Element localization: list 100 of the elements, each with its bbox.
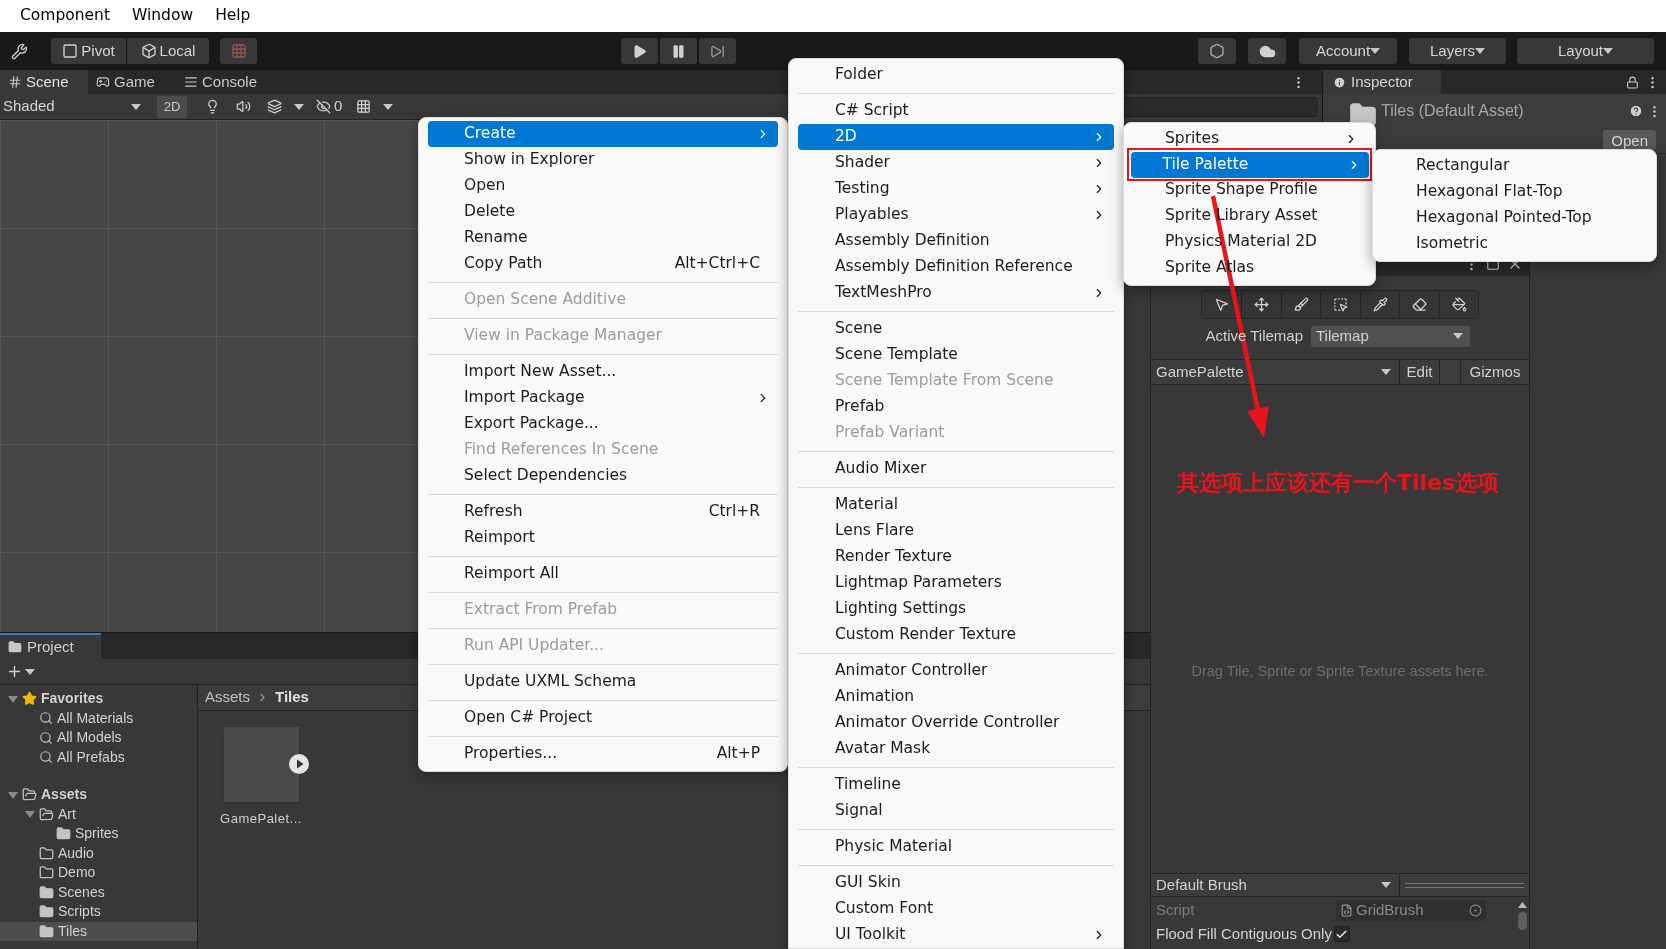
panel-tab[interactable]: Inspector — [1323, 70, 1441, 94]
menu-item[interactable]: Physic Material — [798, 834, 1114, 860]
menu-item[interactable]: Properties... Alt+P — [428, 741, 778, 767]
panel-tab[interactable]: Scene — [0, 70, 88, 94]
tilemap-dropdown[interactable]: Tilemap — [1311, 325, 1470, 347]
menu-bar-item[interactable]: Help — [213, 4, 253, 28]
menu-item[interactable]: Refresh Ctrl+R — [428, 499, 778, 525]
checkbox[interactable] — [1333, 926, 1350, 942]
menu-item[interactable]: Custom Render Texture — [798, 622, 1114, 648]
menu-item[interactable]: Rename — [428, 225, 778, 251]
menu-item[interactable]: Open C# Project — [428, 705, 778, 731]
menu-item[interactable]: Scene Template — [798, 342, 1114, 368]
menu-item[interactable]: Timeline — [798, 772, 1114, 798]
lock-icon[interactable] — [1626, 75, 1639, 89]
menu-item[interactable]: Update UXML Schema — [428, 669, 778, 695]
menu-item[interactable]: Export Package... — [428, 411, 778, 437]
menu-item[interactable]: Reimport All — [428, 561, 778, 587]
menu-item[interactable]: Material — [798, 492, 1114, 518]
menu-bar-item[interactable]: Component — [18, 4, 112, 28]
palette-dropdown[interactable]: GamePalette — [1151, 360, 1400, 384]
menu-item[interactable]: Rectangular — [1382, 153, 1647, 179]
account-dropdown[interactable]: Account — [1299, 38, 1397, 64]
tree-item[interactable]: Demo — [0, 863, 197, 883]
panel-tab[interactable]: Project — [0, 633, 101, 659]
menu-item[interactable]: Lightmap Parameters — [798, 570, 1114, 596]
tree-item[interactable]: Assets — [0, 785, 197, 805]
menu-item[interactable]: 2D — [798, 124, 1114, 150]
breadcrumb-item[interactable]: Tiles — [275, 686, 309, 709]
menu-item[interactable]: Copy Path Alt+Ctrl+C — [428, 251, 778, 277]
menu-item[interactable]: Select Dependencies — [428, 463, 778, 489]
hidden-objects-toggle[interactable]: 0 — [316, 95, 343, 118]
menu-item[interactable]: Shader — [798, 150, 1114, 176]
expand-arrow-icon[interactable] — [8, 693, 18, 704]
tree-item[interactable]: Scripts — [0, 902, 197, 922]
menu-item[interactable]: Create — [428, 121, 778, 147]
menu-item[interactable]: Tile Palette — [1130, 151, 1369, 178]
lightbulb-icon[interactable] — [205, 99, 220, 114]
menu-item[interactable]: GUI Skin — [798, 870, 1114, 896]
step-button[interactable] — [699, 38, 736, 64]
menu-item[interactable]: Hexagonal Pointed-Top — [1382, 205, 1647, 231]
2d-toggle[interactable]: 2D — [157, 95, 187, 118]
menu-item[interactable]: Audio Mixer — [798, 456, 1114, 482]
layers-dropdown[interactable]: Layers — [1409, 38, 1506, 64]
collab-button[interactable] — [1198, 38, 1236, 64]
tree-item[interactable]: All Models — [0, 728, 197, 748]
menu-item[interactable]: Animator Controller — [798, 658, 1114, 684]
tree-item[interactable]: Art — [0, 804, 197, 824]
object-field[interactable]: GridBrush — [1336, 899, 1486, 921]
menu-item[interactable]: Prefab — [798, 394, 1114, 420]
menu-item[interactable]: Playables — [798, 202, 1114, 228]
menu-item[interactable]: Signal — [798, 798, 1114, 824]
menu-item[interactable]: Delete — [428, 199, 778, 225]
speaker-icon[interactable] — [236, 99, 251, 114]
menu-item[interactable]: TextMeshPro — [798, 280, 1114, 306]
menu-item[interactable]: Assembly Definition Reference — [798, 254, 1114, 280]
breadcrumb-item[interactable]: Assets — [205, 686, 250, 709]
layout-dropdown[interactable]: Layout — [1517, 38, 1654, 64]
menu-item[interactable]: Render Texture — [798, 544, 1114, 570]
menu-item[interactable]: Custom Font — [798, 896, 1114, 922]
menu-item[interactable]: Animation — [798, 684, 1114, 710]
expand-arrow-icon[interactable] — [25, 809, 35, 820]
menu-item[interactable]: Animator Override Controller — [798, 710, 1114, 736]
tree-item[interactable]: Sprites — [0, 824, 197, 844]
tree-item[interactable]: Tiles — [0, 921, 197, 941]
menu-item[interactable]: Folder — [798, 62, 1114, 88]
pivot-button[interactable]: Pivot — [51, 38, 126, 64]
expand-arrow-icon[interactable] — [8, 789, 18, 800]
shading-dropdown[interactable]: Shaded — [0, 94, 149, 119]
pause-button[interactable] — [660, 38, 697, 64]
menu-item[interactable]: Sprite Shape Profile — [1133, 177, 1366, 203]
menu-item[interactable]: Hexagonal Flat-Top — [1382, 179, 1647, 205]
layers-icon[interactable] — [267, 99, 282, 114]
cloud-button[interactable] — [1248, 38, 1286, 64]
menu-item[interactable]: Reimport — [428, 525, 778, 551]
menu-item[interactable]: Scene — [798, 316, 1114, 342]
menu-item[interactable]: Show in Explorer — [428, 147, 778, 173]
menu-item[interactable]: Sprites — [1133, 126, 1366, 152]
scrollbar-thumb[interactable] — [1518, 912, 1527, 930]
create-button[interactable] — [6, 663, 35, 680]
menu-item[interactable]: Open — [428, 173, 778, 199]
tree-item[interactable]: Scenes — [0, 882, 197, 902]
menu-item[interactable]: UI Toolkit — [798, 922, 1114, 948]
tree-item[interactable]: Audio — [0, 843, 197, 863]
tree-item[interactable]: All Prefabs — [0, 747, 197, 767]
scroll-up-icon[interactable] — [1518, 902, 1527, 908]
menu-item[interactable]: Lens Flare — [798, 518, 1114, 544]
menu-item[interactable]: Import Package — [428, 385, 778, 411]
local-button[interactable]: Local — [127, 38, 209, 64]
menu-item[interactable]: Lighting Settings — [798, 596, 1114, 622]
menu-item[interactable]: C# Script — [798, 98, 1114, 124]
menu-item[interactable]: Import New Asset... — [428, 359, 778, 385]
grid-icon[interactable] — [356, 99, 372, 114]
tree-item[interactable]: Favorites — [0, 689, 197, 709]
asset-thumbnail[interactable] — [223, 727, 299, 802]
menu-bar-item[interactable]: Window — [130, 4, 196, 28]
menu-item[interactable]: Isometric — [1382, 231, 1647, 257]
play-button[interactable] — [621, 38, 658, 64]
edit-button[interactable]: Edit — [1400, 360, 1440, 384]
open-button[interactable]: Open — [1603, 130, 1656, 150]
help-icon[interactable] — [1629, 104, 1643, 118]
